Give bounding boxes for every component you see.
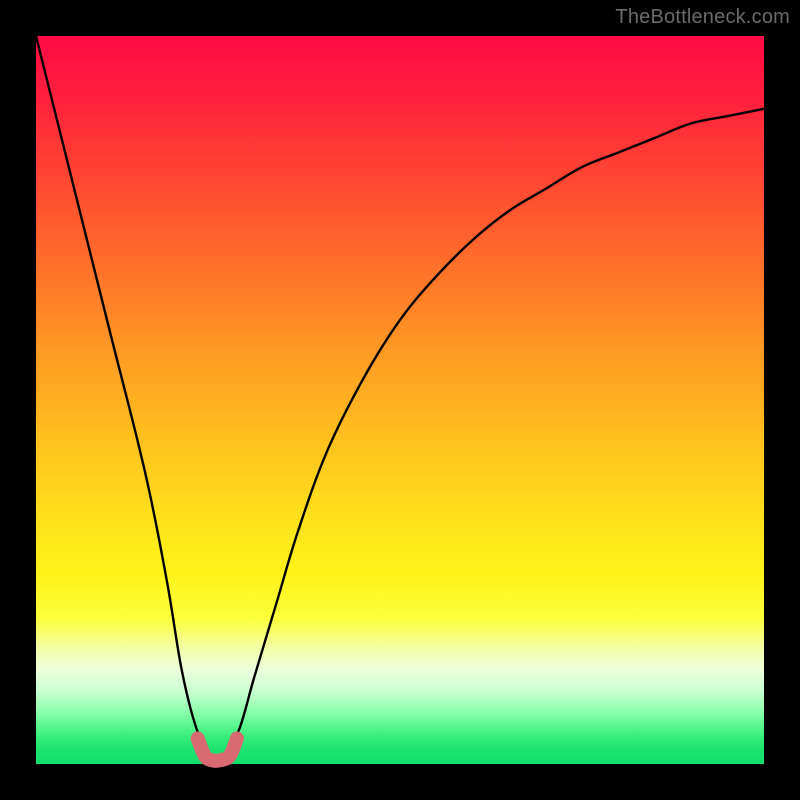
plot-area (36, 36, 764, 764)
watermark-text: TheBottleneck.com (615, 6, 790, 29)
optimal-region-marker (198, 739, 237, 761)
bottleneck-curve (36, 36, 764, 764)
chart-frame: TheBottleneck.com (0, 0, 800, 800)
chart-svg (36, 36, 764, 764)
